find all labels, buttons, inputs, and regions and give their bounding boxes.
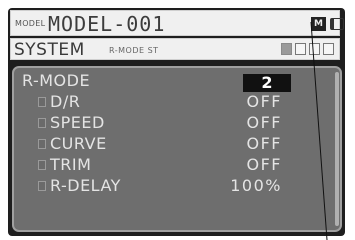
pointer-line <box>310 21 328 240</box>
